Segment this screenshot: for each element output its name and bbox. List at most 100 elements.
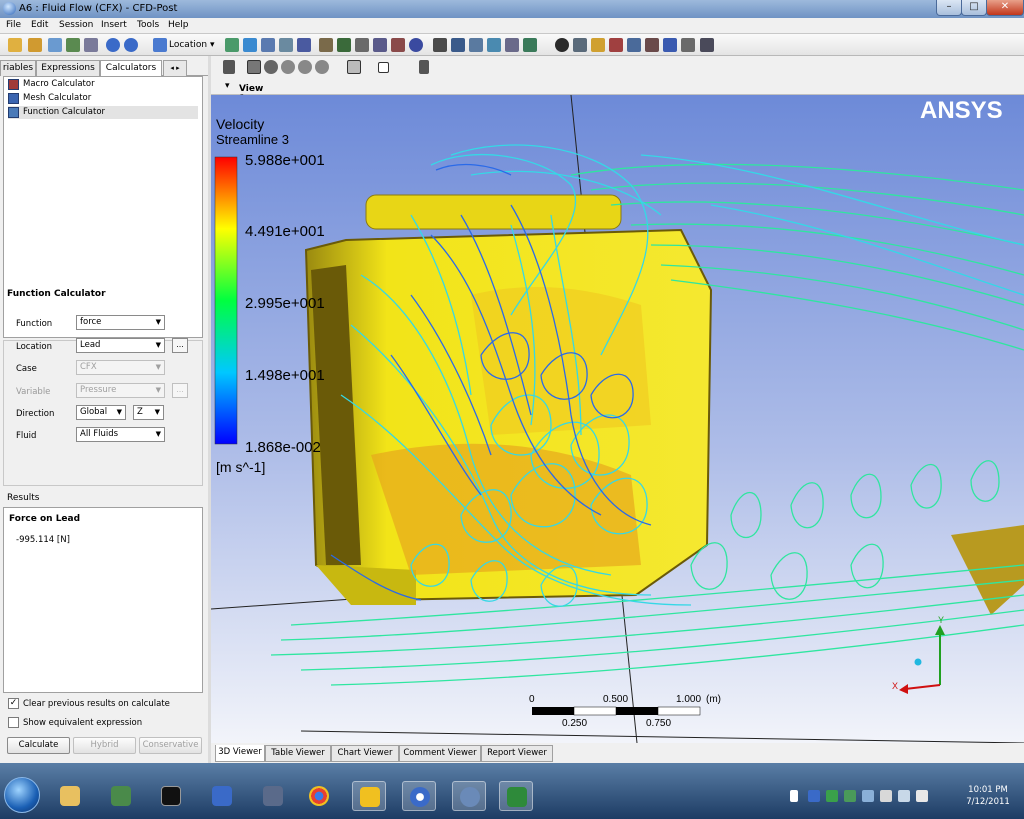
variable-browse-button[interactable]: ...	[172, 383, 188, 398]
flag-icon[interactable]	[880, 790, 892, 802]
save-state-icon[interactable]	[28, 38, 42, 52]
probe-icon[interactable]	[609, 38, 623, 52]
taskbar-app-9[interactable]	[452, 781, 486, 811]
zoom-box-icon[interactable]	[298, 60, 312, 74]
mesh-calculator-icon[interactable]	[663, 38, 677, 52]
direction-select[interactable]: Global ▼	[76, 405, 126, 420]
minimize-button[interactable]: –	[936, 0, 962, 16]
variable-icon[interactable]	[433, 38, 447, 52]
taskbar-app-2[interactable]	[104, 781, 138, 811]
menu-help[interactable]: Help	[168, 20, 189, 30]
tab-chart-viewer[interactable]: Chart Viewer	[331, 745, 399, 762]
fluid-select[interactable]: All Fluids ▼	[76, 427, 165, 442]
case-comparison-icon[interactable]	[681, 38, 695, 52]
menu-edit[interactable]: Edit	[31, 20, 48, 30]
direction-axis-select[interactable]: Z ▼	[133, 405, 164, 420]
chart-icon[interactable]	[487, 38, 501, 52]
show-equivalent-checkbox[interactable]	[8, 717, 19, 728]
legend-icon[interactable]	[355, 38, 369, 52]
tab-report-viewer[interactable]: Report Viewer	[481, 745, 553, 762]
tab-variables[interactable]: riables	[0, 60, 36, 76]
tray-app-icon[interactable]	[862, 790, 874, 802]
clock-date[interactable]: 7/12/2011	[958, 797, 1018, 807]
redo-icon[interactable]	[124, 38, 138, 52]
table-icon[interactable]	[469, 38, 483, 52]
volume-rendering-icon[interactable]	[297, 38, 311, 52]
command-editor-icon[interactable]	[700, 38, 714, 52]
tab-3d-viewer[interactable]: 3D Viewer	[215, 745, 265, 762]
calculate-button[interactable]: Calculate	[7, 737, 70, 754]
case-select[interactable]: CFX ▼	[76, 360, 165, 375]
tab-table-viewer[interactable]: Table Viewer	[265, 745, 331, 762]
show-hidden-icons-icon[interactable]	[790, 790, 798, 802]
3d-scene[interactable]: ANSYS Velocity Streamline 3 5.988e+001 4…	[211, 95, 1024, 743]
list-item-mesh-calculator[interactable]: Mesh Calculator	[8, 92, 198, 105]
taskbar-explorer[interactable]	[53, 781, 87, 811]
timestep-icon[interactable]	[555, 38, 569, 52]
close-button[interactable]: ✕	[986, 0, 1024, 16]
quick-editor-icon[interactable]	[591, 38, 605, 52]
maximize-button[interactable]: □	[961, 0, 987, 16]
streamline-icon[interactable]	[261, 38, 275, 52]
taskbar-cfd-post[interactable]	[402, 781, 436, 811]
3d-viewport[interactable]: ANSYS Velocity Streamline 3 5.988e+001 4…	[211, 95, 1024, 743]
taskbar-chrome[interactable]	[302, 781, 336, 811]
particle-track-icon[interactable]	[279, 38, 293, 52]
list-item-function-calculator[interactable]: Function Calculator	[8, 106, 198, 119]
tab-scroll-arrows[interactable]: ◂ ▸	[163, 60, 187, 76]
menu-tools[interactable]: Tools	[137, 20, 159, 30]
print-icon[interactable]	[84, 38, 98, 52]
fit-view-icon[interactable]	[347, 60, 361, 74]
undo-icon[interactable]	[106, 38, 120, 52]
location-browse-button[interactable]: ...	[172, 338, 188, 353]
vector-icon[interactable]	[225, 38, 239, 52]
function-select[interactable]: force ▼	[76, 315, 165, 330]
tab-calculators[interactable]: Calculators	[100, 60, 162, 77]
taskbar-ansys-workbench[interactable]	[352, 781, 386, 811]
tray-app-icon[interactable]	[808, 790, 820, 802]
volume-icon[interactable]	[916, 790, 928, 802]
load-results-icon[interactable]	[48, 38, 62, 52]
location-dropdown[interactable]: Location ▾	[153, 37, 214, 53]
variable-select[interactable]: Pressure ▼	[76, 383, 165, 398]
taskbar-app-5[interactable]	[256, 781, 290, 811]
list-item-macro-calculator[interactable]: Macro Calculator	[8, 78, 198, 91]
function-calculator-icon[interactable]	[627, 38, 641, 52]
viewport-layout-icon[interactable]	[378, 62, 389, 73]
tab-expressions[interactable]: Expressions	[36, 60, 100, 76]
rotate-icon[interactable]	[247, 60, 261, 74]
text-icon[interactable]	[319, 38, 333, 52]
menu-file[interactable]: File	[6, 20, 21, 30]
figure-icon[interactable]	[523, 38, 537, 52]
tab-comment-viewer[interactable]: Comment Viewer	[399, 745, 481, 762]
pan-icon[interactable]	[264, 60, 278, 74]
clip-plane-icon[interactable]	[391, 38, 405, 52]
zoom-icon[interactable]	[281, 60, 295, 74]
hybrid-button[interactable]: Hybrid	[73, 737, 136, 754]
tray-app-icon[interactable]	[844, 790, 856, 802]
clock-time[interactable]: 10:01 PM	[958, 785, 1018, 795]
instance-transform-icon[interactable]	[373, 38, 387, 52]
location-select[interactable]: Lead ▼	[76, 338, 165, 353]
menu-session[interactable]: Session	[59, 20, 93, 30]
save-picture-icon[interactable]	[66, 38, 80, 52]
menu-insert[interactable]: Insert	[101, 20, 127, 30]
taskbar-network[interactable]	[205, 781, 239, 811]
select-cursor-icon[interactable]	[223, 60, 235, 74]
view-selector[interactable]: View 1 ▾	[211, 78, 1024, 104]
taskbar-excel[interactable]	[499, 781, 533, 811]
load-state-icon[interactable]	[8, 38, 22, 52]
coordinate-frame-icon[interactable]	[337, 38, 351, 52]
zoom-out-icon[interactable]	[315, 60, 329, 74]
help-pointer-icon[interactable]	[419, 60, 429, 74]
animation-icon[interactable]	[573, 38, 587, 52]
conservative-button[interactable]: Conservative	[139, 737, 202, 754]
tray-app-icon[interactable]	[826, 790, 838, 802]
expression-icon[interactable]	[451, 38, 465, 52]
network-tray-icon[interactable]	[898, 790, 910, 802]
color-map-icon[interactable]	[409, 38, 423, 52]
clear-previous-checkbox[interactable]: ✓	[8, 698, 19, 709]
macro-calculator-icon[interactable]	[645, 38, 659, 52]
contour-icon[interactable]	[243, 38, 257, 52]
comment-icon[interactable]	[505, 38, 519, 52]
